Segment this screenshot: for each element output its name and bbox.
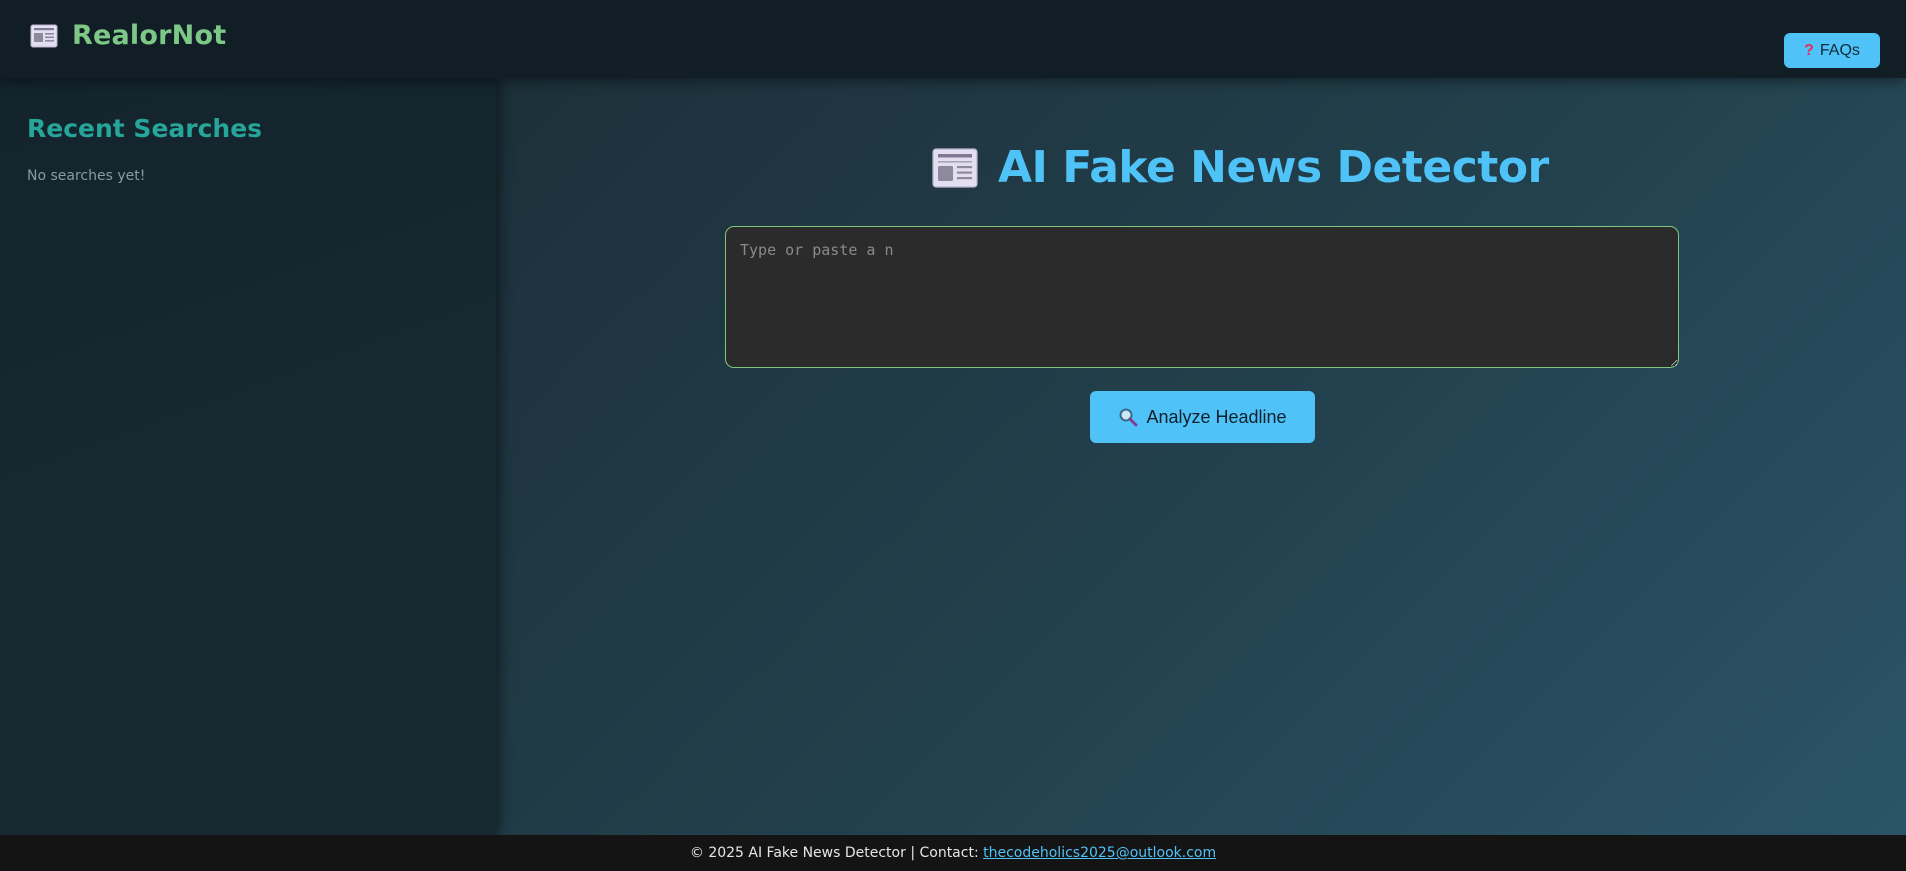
brand-name: RealorNot bbox=[72, 20, 227, 51]
main-panel: AI Fake News Detector Analyze Headline bbox=[496, 78, 1906, 835]
faqs-button-label: FAQs bbox=[1819, 41, 1860, 59]
magnifier-icon bbox=[1118, 407, 1138, 427]
contact-email-link[interactable]: thecodeholics2025@outlook.com bbox=[983, 845, 1216, 861]
headline-input[interactable] bbox=[725, 226, 1679, 368]
app-page: RealorNot ? FAQs Recent Searches No sear… bbox=[0, 0, 1906, 871]
newspaper-icon bbox=[932, 147, 978, 189]
brand[interactable]: RealorNot bbox=[30, 20, 226, 51]
top-bar: RealorNot ? FAQs bbox=[0, 0, 1906, 78]
page-heading: AI Fake News Detector bbox=[998, 142, 1549, 193]
newspaper-icon bbox=[30, 24, 58, 48]
page-title: AI Fake News Detector bbox=[932, 142, 1549, 193]
no-searches-message: No searches yet! bbox=[27, 168, 146, 184]
analyze-headline-button[interactable]: Analyze Headline bbox=[1090, 391, 1315, 443]
recent-searches-sidebar: Recent Searches No searches yet! bbox=[0, 78, 496, 835]
question-mark-icon: ? bbox=[1804, 41, 1814, 59]
footer-text: © 2025 AI Fake News Detector | Contact: bbox=[689, 845, 979, 861]
analyze-headline-label: Analyze Headline bbox=[1146, 406, 1287, 427]
recent-searches-title: Recent Searches bbox=[27, 114, 263, 143]
faqs-button[interactable]: ? FAQs bbox=[1784, 33, 1880, 68]
footer: © 2025 AI Fake News Detector | Contact: … bbox=[0, 835, 1906, 871]
